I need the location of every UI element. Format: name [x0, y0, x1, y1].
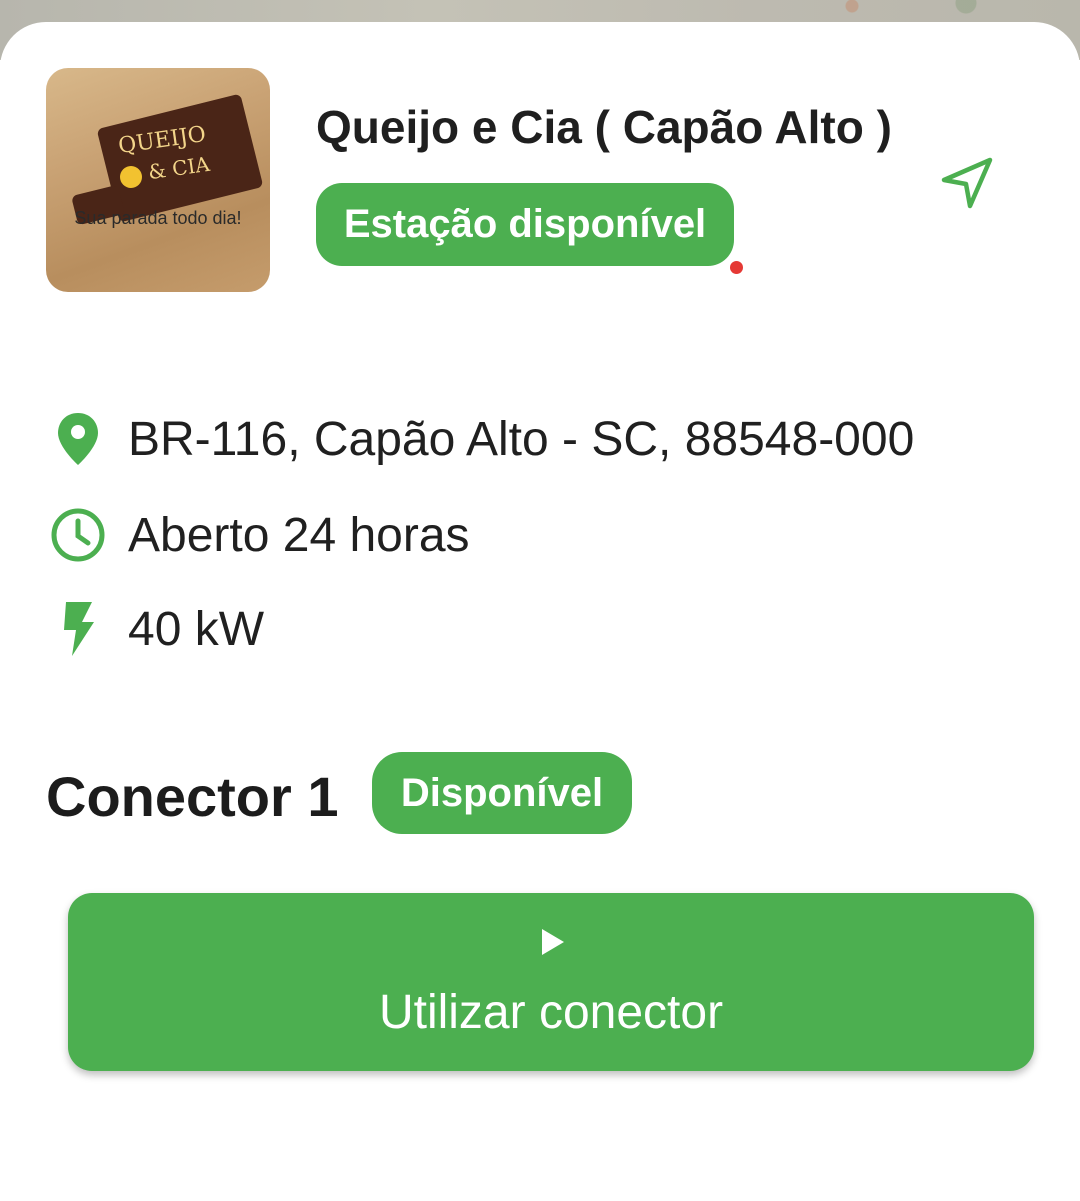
power-row: 40 kW — [46, 594, 264, 664]
logo-slogan: Sua parada todo dia! — [74, 208, 242, 228]
lightning-bolt-icon — [46, 597, 110, 661]
use-connector-button[interactable]: Utilizar conector — [68, 893, 1034, 1071]
play-icon — [540, 927, 566, 957]
status-indicator-dot — [730, 261, 743, 274]
use-connector-label: Utilizar conector — [378, 986, 724, 1039]
logo-cheese-icon — [120, 166, 142, 188]
address-text: BR-116, Capão Alto - SC, 88548-000 — [128, 412, 915, 466]
hours-row: Aberto 24 horas — [46, 500, 470, 570]
location-pin-icon — [46, 407, 110, 471]
hours-text: Aberto 24 horas — [128, 508, 470, 562]
clock-icon — [46, 503, 110, 567]
connector-status-badge: Disponível — [372, 752, 632, 834]
station-logo: QUEIJO & CIA Sua parada todo dia! — [46, 68, 270, 292]
power-text: 40 kW — [128, 602, 265, 656]
connector-title: Conector 1 — [46, 765, 339, 828]
navigation-arrow-icon[interactable] — [936, 152, 996, 212]
address-row: BR-116, Capão Alto - SC, 88548-000 — [46, 404, 914, 474]
station-status-badge: Estação disponível — [316, 183, 734, 266]
station-name: Queijo e Cia ( Capão Alto ) — [316, 101, 892, 153]
